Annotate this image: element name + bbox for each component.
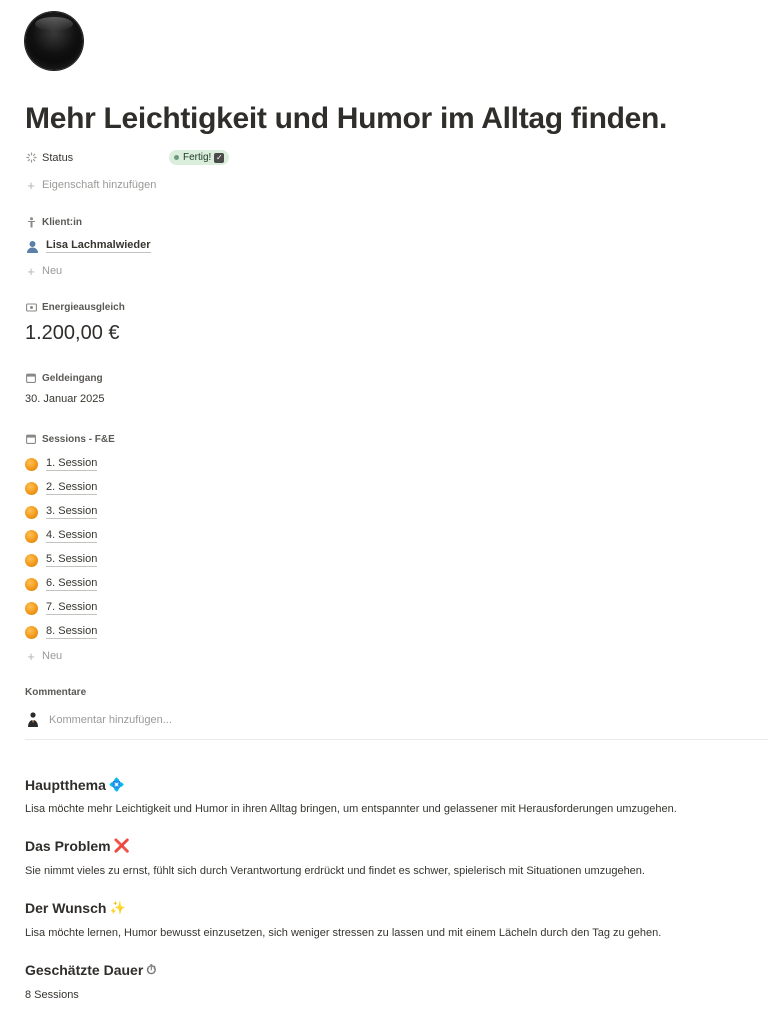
energy-value[interactable]: 1.200,00 €: [25, 322, 120, 345]
plus-icon: +: [27, 263, 35, 279]
calendar-icon: [25, 433, 37, 445]
client-new-label: Neu: [42, 265, 63, 277]
session-link[interactable]: 8. Session: [46, 625, 98, 639]
client-label: Klient:in: [42, 216, 82, 228]
comment-placeholder: Kommentar hinzufügen...: [49, 713, 172, 726]
session-link[interactable]: 6. Session: [46, 577, 98, 591]
session-item[interactable]: 8. Session: [25, 625, 98, 639]
plus-icon: +: [27, 177, 35, 193]
banknote-icon: [25, 301, 37, 313]
session-item[interactable]: 1. Session: [25, 457, 98, 471]
orange-circle-icon: [25, 625, 38, 639]
plus-icon: +: [27, 648, 35, 664]
topic-heading-text: Hauptthema: [25, 777, 106, 793]
page-icon[interactable]: [25, 12, 83, 70]
sessions-new-label: Neu: [42, 650, 63, 662]
session-link[interactable]: 3. Session: [46, 505, 98, 519]
orange-circle-icon: [25, 529, 38, 543]
person-icon: [25, 216, 37, 228]
orange-circle-icon: [25, 505, 38, 519]
sessions-new-button[interactable]: + Neu: [25, 648, 63, 664]
session-link[interactable]: 2. Session: [46, 481, 98, 495]
status-property[interactable]: Status Fertig! ✓: [25, 150, 230, 165]
session-item[interactable]: 3. Session: [25, 505, 98, 519]
orange-circle-icon: [25, 553, 38, 567]
stopwatch-icon: ⏱: [146, 962, 157, 977]
orange-circle-icon: [25, 601, 38, 615]
session-link[interactable]: 4. Session: [46, 529, 98, 543]
duration-text[interactable]: 8 Sessions: [25, 989, 79, 1001]
sessions-property-label: Sessions - F&E: [25, 433, 115, 445]
calendar-icon: [25, 372, 37, 384]
session-link[interactable]: 7. Session: [46, 601, 98, 615]
checkmark-icon: ✓: [214, 152, 225, 163]
status-value: Fertig!: [183, 152, 212, 163]
wish-heading-text: Der Wunsch: [25, 900, 107, 916]
divider: [25, 739, 768, 740]
energy-label: Energieausgleich: [42, 301, 125, 313]
page-title[interactable]: Mehr Leichtigkeit und Humor im Alltag fi…: [25, 102, 667, 136]
comment-input[interactable]: Kommentar hinzufügen...: [25, 711, 172, 728]
client-new-button[interactable]: + Neu: [25, 263, 63, 279]
payment-property-label: Geldeingang: [25, 372, 103, 384]
add-property-label: Eigenschaft hinzufügen: [42, 179, 157, 191]
duration-heading-text: Geschätzte Dauer: [25, 962, 144, 978]
wish-text[interactable]: Lisa möchte lernen, Humor bewusst einzus…: [25, 927, 661, 939]
status-dot: [174, 155, 179, 160]
add-property-button[interactable]: + Eigenschaft hinzufügen: [25, 177, 157, 193]
session-item[interactable]: 6. Session: [25, 577, 98, 591]
payment-date: 30. Januar 2025: [25, 393, 105, 405]
bust-icon: [25, 239, 39, 253]
client-property-label: Klient:in: [25, 216, 82, 228]
status-label: Status: [42, 151, 74, 164]
sparkles-icon: ✨: [109, 900, 126, 915]
session-item[interactable]: 4. Session: [25, 529, 98, 543]
comments-heading: Kommentare: [25, 687, 86, 698]
energy-property-label: Energieausgleich: [25, 301, 125, 313]
problem-heading-text: Das Problem: [25, 838, 111, 854]
topic-heading[interactable]: Hauptthema 💠: [25, 777, 125, 793]
user-avatar: [25, 711, 42, 728]
duration-heading[interactable]: Geschätzte Dauer ⏱: [25, 962, 156, 978]
orange-circle-icon: [25, 457, 38, 471]
loading-spinner-icon: [25, 152, 37, 164]
sessions-label: Sessions - F&E: [42, 433, 115, 445]
wish-heading[interactable]: Der Wunsch ✨: [25, 900, 126, 916]
topic-text[interactable]: Lisa möchte mehr Leichtigkeit und Humor …: [25, 803, 677, 815]
session-link[interactable]: 5. Session: [46, 553, 98, 567]
client-item[interactable]: Lisa Lachmalwieder: [25, 239, 151, 253]
payment-value[interactable]: 30. Januar 2025: [25, 393, 105, 405]
payment-label: Geldeingang: [42, 372, 103, 384]
orange-circle-icon: [25, 481, 38, 495]
session-item[interactable]: 7. Session: [25, 601, 98, 615]
session-link[interactable]: 1. Session: [46, 457, 98, 471]
problem-text[interactable]: Sie nimmt vieles zu ernst, fühlt sich du…: [25, 865, 645, 877]
client-link[interactable]: Lisa Lachmalwieder: [46, 239, 151, 253]
session-item[interactable]: 2. Session: [25, 481, 98, 495]
orange-circle-icon: [25, 577, 38, 591]
problem-heading[interactable]: Das Problem ❌: [25, 838, 130, 854]
cross-icon: ❌: [113, 838, 130, 853]
comments-label: Kommentare: [25, 687, 87, 698]
status-badge[interactable]: Fertig! ✓: [169, 150, 230, 165]
session-item[interactable]: 5. Session: [25, 553, 98, 567]
diamond-icon: 💠: [108, 777, 126, 792]
